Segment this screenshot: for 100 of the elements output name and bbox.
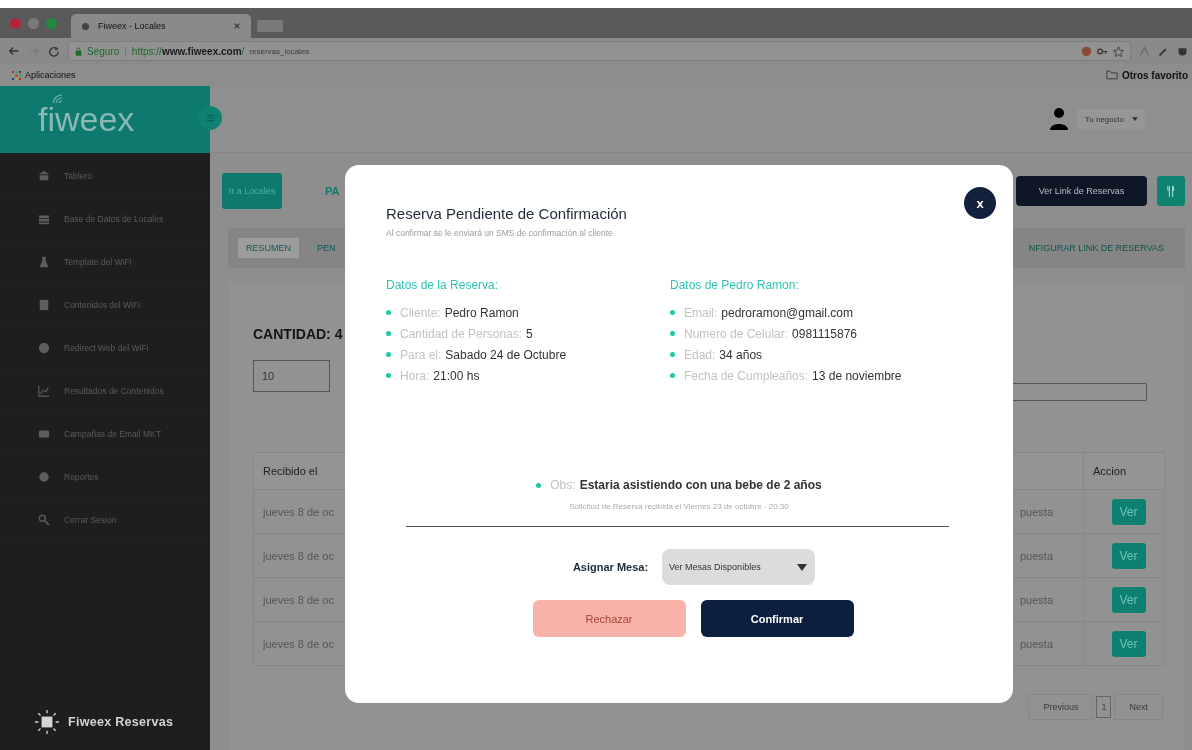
circle-icon [38,471,50,483]
dialog-subtitle: Al confirmar se le enviará un SMS de confirmación al cliente [386,228,614,238]
section-title: PA [325,185,340,197]
close-tab-icon[interactable] [233,22,241,30]
section-heading: Datos de Pedro Ramon: [670,278,800,292]
field-label: Para el: [400,347,442,362]
table-select[interactable]: Ver Mesas Disponibles [662,549,816,585]
apps-grid-icon [12,70,21,80]
field-label: Cantidad de Personas: [400,326,523,341]
maximize-window-dot[interactable] [46,17,57,29]
pagination-button[interactable]: 1 [1096,696,1112,718]
folder-icon [1105,70,1118,80]
field-value: Pedro Ramon [444,305,519,320]
tab[interactable]: NFIGURAR LINK DE RESERVAS [1020,238,1172,258]
tab[interactable]: PEN [309,238,344,258]
lock-icon [75,46,82,56]
pagination-button[interactable]: Next [1114,694,1163,720]
bullet-dot [386,331,391,336]
bullet-dot [386,352,391,357]
user-menu-dropdown[interactable]: Tu negocio [1076,108,1146,130]
section-heading: Datos de la Reserva: [386,278,500,292]
reload-icon[interactable] [48,45,60,57]
bullet-dot [670,310,675,315]
close-window-dot[interactable] [10,17,21,29]
field-label: Cliente: [400,305,441,320]
field-value: pedroramon@gmail.com [721,305,853,320]
table-cell: puesta [1014,578,1084,621]
table-cell: puesta [1014,490,1084,533]
field-value: Sabado 24 de Octubre [445,347,567,362]
column-header: Recibido el [262,464,319,479]
field-value: Estaria asistiendo con una bebe de 2 años [579,478,822,492]
url-separator: | [124,45,127,57]
stack-icon [38,213,50,225]
field-value: 0981115876 [792,326,857,341]
extension-icon[interactable] [1081,45,1092,57]
user-silhouette-icon [1048,107,1069,131]
assign-label: Asignar Mesa: [572,561,649,573]
view-button[interactable]: Ver [1111,630,1146,657]
view-button[interactable]: Ver [1111,542,1146,569]
restaurant-button[interactable] [1157,176,1185,206]
caret-icon [797,563,808,571]
view-button[interactable]: Ver [1111,586,1146,613]
caret-icon [1132,117,1138,121]
view-button[interactable]: Ver [1111,498,1146,525]
footer-brand: Fiweex Reservas [68,715,174,729]
table-cell-text: jueves 8 de oc [261,504,335,520]
menu-icon[interactable] [205,114,215,122]
field-value: 21:00 hs [433,368,480,383]
address-bar[interactable]: Seguro | https://www.fiweex.com/ reservas_locales [68,41,1131,61]
received-note: Solicitud de Reserva recibida el Viernes 23 de octubre - 20:30 [568,502,790,511]
calendar-icon [34,709,60,735]
bullet-dot [386,373,391,378]
field-label: Numero de Celular: [684,326,789,341]
bullet-dot [386,310,391,315]
url-path: reservas_locales [249,46,310,56]
close-button[interactable]: x [964,187,996,219]
bookmark-folder[interactable]: Otros favorito [1121,69,1188,81]
field-label: Email: [684,305,718,320]
table-cell-text: jueves 8 de oc [261,636,335,652]
field-label: Obs: [550,478,576,492]
bullet-dot [670,331,675,336]
column-header: Accion [1092,464,1128,479]
dialog-title: Reserva Pendiente de Confirmación [386,205,627,222]
bullet-dot [670,352,675,357]
page-size-field[interactable]: 10 [253,360,330,392]
reject-button[interactable]: Rechazar [532,600,686,637]
field-label: Hora: [400,368,430,383]
table-cell-text: jueves 8 de oc [261,592,335,608]
minimize-window-dot[interactable] [28,17,39,29]
table-cell: puesta [1014,534,1084,577]
count-label: CANTIDAD: 4 [253,326,343,344]
bookmark-link[interactable]: Aplicaciones [25,70,76,80]
reservation-link-button[interactable]: Ver Link de Reservas [1016,176,1147,206]
field-label: Edad: [684,347,716,362]
flask-icon [38,256,50,268]
pagination-button[interactable]: Previous [1028,694,1094,720]
bullet-dot [670,373,675,378]
extension-icon[interactable] [1139,45,1150,57]
bullet-dot [536,482,542,488]
field-value: 13 de noviembre [812,368,902,383]
secure-label: Seguro [87,45,120,57]
pocket-icon[interactable] [1177,45,1188,57]
table-cell-text: jueves 8 de oc [261,548,335,564]
browser-tab[interactable]: Fiweex - Locales [71,14,251,38]
url-host: https://www.fiweex.com/ [131,45,245,57]
table-cell: puesta [1014,622,1084,665]
chart-icon [38,385,50,397]
card-icon [38,428,50,440]
menu-toggle-button[interactable] [198,106,222,130]
star-icon[interactable] [1113,45,1124,57]
confirm-button[interactable]: Confirmar [700,600,854,637]
bank-icon [38,170,50,182]
field-value: 34 años [719,347,763,362]
back-arrow-icon[interactable] [8,45,20,57]
field-value: 5 [526,326,533,341]
fork-knife-icon [1167,184,1175,198]
tab[interactable]: RESUMEN [238,238,299,258]
field-label: Fecha de Cumpleaños: [684,368,809,383]
favicon-icon [81,21,90,31]
logo-text: fiweex [38,100,135,139]
